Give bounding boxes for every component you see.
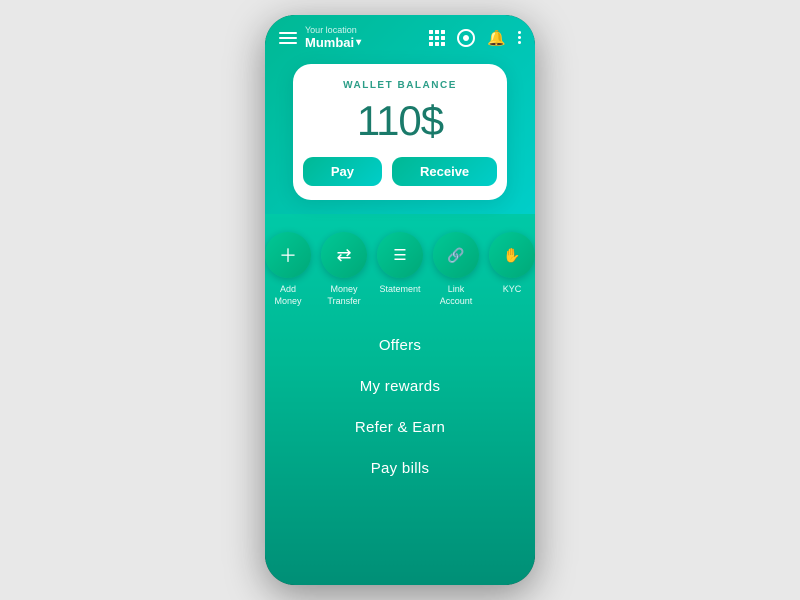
grid-icon[interactable] — [429, 30, 445, 46]
money-transfer-icon: ⇄ — [336, 245, 351, 266]
money-transfer-circle: ⇄ — [321, 232, 367, 278]
add-money-icon: ＋ — [279, 242, 297, 268]
link-account-icon: 🔗 — [447, 247, 464, 264]
profile-icon[interactable] — [457, 29, 475, 47]
menu-item-offers[interactable]: Offers — [265, 325, 535, 366]
quick-actions-row: ＋ AddMoney ⇄ MoneyTransfer ☰ Statement 🔗 — [265, 214, 535, 315]
statement-circle: ☰ — [377, 232, 423, 278]
location-city: Mumbai — [305, 35, 361, 50]
wallet-actions: Pay Receive — [307, 157, 493, 186]
add-money-label: AddMoney — [274, 284, 301, 307]
notifications-icon[interactable]: 🔔 — [487, 29, 506, 47]
action-kyc[interactable]: ✋ KYC — [489, 232, 535, 307]
main-content: ＋ AddMoney ⇄ MoneyTransfer ☰ Statement 🔗 — [265, 214, 535, 585]
more-options-icon[interactable] — [518, 31, 521, 44]
kyc-icon: ✋ — [503, 247, 520, 264]
wallet-card: WALLET BALANCE 110$ Pay Receive — [293, 64, 507, 200]
location-label: Your location — [305, 25, 361, 35]
kyc-circle: ✋ — [489, 232, 535, 278]
menu-item-refer-earn[interactable]: Refer & Earn — [265, 407, 535, 448]
link-account-label: LinkAccount — [440, 284, 473, 307]
money-transfer-label: MoneyTransfer — [327, 284, 360, 307]
statement-icon: ☰ — [393, 246, 406, 264]
action-money-transfer[interactable]: ⇄ MoneyTransfer — [321, 232, 367, 307]
action-add-money[interactable]: ＋ AddMoney — [265, 232, 311, 307]
action-link-account[interactable]: 🔗 LinkAccount — [433, 232, 479, 307]
wallet-amount-value: 110$ — [307, 97, 493, 145]
menu-item-my-rewards[interactable]: My rewards — [265, 366, 535, 407]
app-header: Your location Mumbai 🔔 — [265, 15, 535, 214]
receive-button[interactable]: Receive — [392, 157, 497, 186]
hamburger-menu-button[interactable] — [279, 32, 297, 44]
add-money-circle: ＋ — [265, 232, 311, 278]
menu-list: Offers My rewards Refer & Earn Pay bills — [265, 315, 535, 585]
kyc-label: KYC — [503, 284, 522, 296]
phone-frame: Your location Mumbai 🔔 — [265, 15, 535, 585]
menu-item-pay-bills[interactable]: Pay bills — [265, 448, 535, 489]
location-block[interactable]: Your location Mumbai — [305, 25, 361, 50]
statement-label: Statement — [379, 284, 420, 296]
link-account-circle: 🔗 — [433, 232, 479, 278]
wallet-balance-label: WALLET BALANCE — [307, 80, 493, 91]
action-statement[interactable]: ☰ Statement — [377, 232, 423, 307]
pay-button[interactable]: Pay — [303, 157, 382, 186]
